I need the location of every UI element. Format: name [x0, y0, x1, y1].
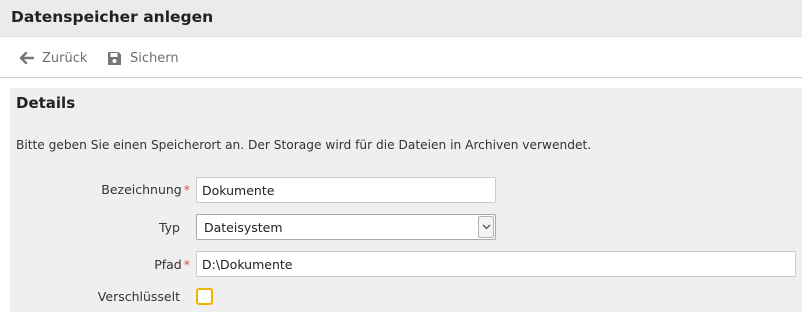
path-label-text: Pfad: [154, 257, 182, 272]
details-panel: Details Bitte geben Sie einen Speicheror…: [10, 88, 802, 312]
type-label: Typ: [158, 220, 180, 235]
save-button-label: Sichern: [130, 50, 179, 66]
encrypted-checkbox[interactable]: [196, 288, 213, 305]
name-label: Bezeichnung *: [10, 182, 190, 197]
type-select-value: Dateisystem: [204, 220, 283, 235]
save-button[interactable]: Sichern: [107, 48, 179, 68]
arrow-left-icon: [20, 52, 34, 64]
path-input[interactable]: [196, 251, 796, 277]
name-input[interactable]: [196, 177, 496, 203]
name-label-text: Bezeichnung: [101, 182, 182, 197]
required-star: *: [183, 257, 190, 272]
toolbar: Zurück Sichern: [0, 38, 802, 78]
back-button-label: Zurück: [42, 50, 88, 66]
title-bar: Datenspeicher anlegen: [0, 0, 802, 37]
chevron-down-icon: [478, 216, 494, 238]
type-select[interactable]: Dateisystem: [196, 214, 496, 240]
details-title: Details: [16, 94, 76, 112]
required-star: *: [183, 182, 190, 197]
page-title: Datenspeicher anlegen: [11, 8, 214, 26]
path-label: Pfad *: [10, 257, 190, 272]
back-button[interactable]: Zurück: [20, 48, 87, 68]
encrypted-label: Verschlüsselt: [97, 289, 180, 304]
details-description: Bitte geben Sie einen Speicherort an. De…: [16, 138, 592, 152]
floppy-disk-icon: [108, 51, 121, 65]
